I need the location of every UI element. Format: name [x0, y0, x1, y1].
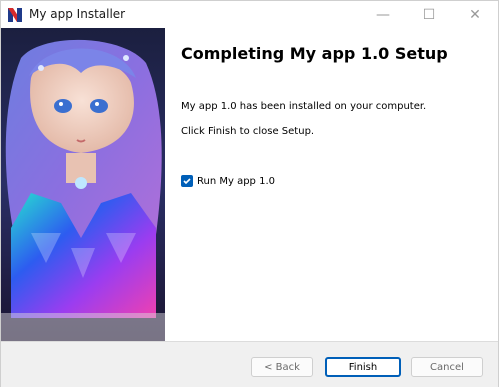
- checkmark-icon: [183, 178, 191, 185]
- minimize-icon: —: [376, 6, 390, 23]
- installer-window: My app Installer — ☐ ✕ Completing My app…: [0, 0, 499, 387]
- cancel-button[interactable]: Cancel: [411, 357, 483, 377]
- run-app-checkbox-row[interactable]: Run My app 1.0: [181, 175, 275, 187]
- wizard-footer: < Back Finish Cancel: [1, 341, 498, 387]
- title-bar[interactable]: My app Installer — ☐ ✕: [1, 1, 498, 28]
- run-app-label: Run My app 1.0: [197, 175, 275, 187]
- close-icon: ✕: [469, 6, 481, 23]
- installed-message: My app 1.0 has been installed on your co…: [181, 101, 427, 112]
- page-title: Completing My app 1.0 Setup: [181, 44, 448, 63]
- maximize-icon: ☐: [422, 6, 436, 23]
- completion-panel: Completing My app 1.0 Setup My app 1.0 h…: [165, 28, 498, 341]
- finish-button[interactable]: Finish: [325, 357, 401, 377]
- run-app-checkbox[interactable]: [181, 175, 193, 187]
- close-button[interactable]: ✕: [452, 1, 498, 28]
- minimize-button[interactable]: —: [360, 1, 406, 28]
- wizard-side-image: [1, 28, 165, 341]
- anime-girl-illustration: [1, 28, 165, 341]
- back-button[interactable]: < Back: [251, 357, 313, 377]
- maximize-button[interactable]: ☐: [406, 1, 452, 28]
- finish-instruction: Click Finish to close Setup.: [181, 126, 315, 137]
- app-logo-icon: [7, 7, 23, 23]
- window-title: My app Installer: [29, 7, 126, 21]
